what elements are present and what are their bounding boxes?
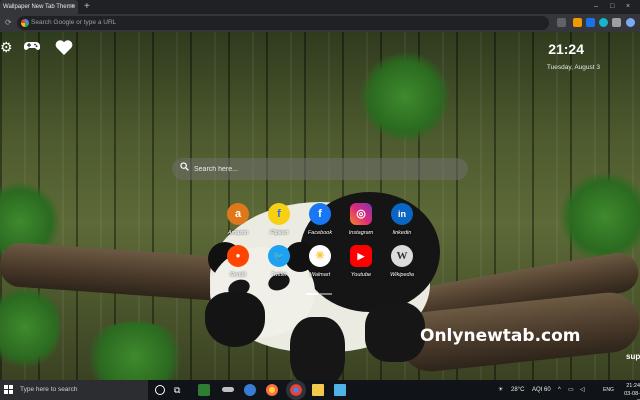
firefox-icon[interactable] [266,384,278,396]
google-icon [21,19,29,27]
shortcut-label: Flipkart [269,230,289,236]
tray-chevron-icon[interactable]: ^ [558,380,561,400]
reload-icon[interactable]: ⟳ [5,18,12,28]
pager-dot[interactable] [306,293,318,295]
clock-time: 21:24 [548,41,584,57]
file-explorer-icon[interactable] [312,384,324,396]
instagram-icon: ◎ [350,203,372,225]
shortcut-label: Instagram [348,230,374,236]
shortcut-instagram[interactable]: ◎ Instagram [341,203,381,243]
wikipedia-icon: W [391,245,413,267]
bamboo-leaves [0,282,60,372]
twitter-icon: 🐦 [268,245,290,267]
shortcut-walmart[interactable]: ✳ Walmart [300,245,340,285]
taskbar-search[interactable]: Type here to search [0,380,148,400]
bamboo-leaves [560,172,640,262]
shortcut-label: Walmart [309,272,331,278]
shortcut-label: Reddit [230,272,246,278]
shortcut-label: Twitter [270,272,288,278]
tab-close-icon[interactable]: × [71,0,75,14]
shortcut-label: Wikipedia [390,272,414,278]
shortcut-label: Amazon [227,230,249,236]
shortcut-flipkart[interactable]: f Flipkart [259,203,299,243]
shortcut-youtube[interactable]: ▶ Youtube [341,245,381,285]
tab-title: Wallpaper New Tab Theme [3,4,75,10]
search-bar[interactable] [172,158,468,180]
clock-date: Tuesday, August 3 [546,64,600,71]
store-icon[interactable] [198,384,210,396]
pager-dot[interactable] [320,293,332,295]
taskbar: Type here to search ⧉ ☀ 28°C AQI 60 ^ ▭ … [0,380,640,400]
gamepad-icon[interactable] [24,40,40,55]
weather-icon[interactable]: ☀ [498,380,503,400]
facebook-icon: f [309,203,331,225]
shortcut-wikipedia[interactable]: W Wikipedia [382,245,422,285]
omnibox[interactable]: Search Google or type a URL [17,16,549,30]
reddit-icon: ● [227,245,249,267]
amazon-icon: a [227,203,249,225]
corner-text: sup [626,352,640,361]
linkedin-icon: in [391,203,413,225]
windows-start-icon[interactable] [4,385,14,395]
extension-icon[interactable] [612,18,621,27]
app-icon[interactable] [334,384,346,396]
chrome-icon[interactable] [286,380,306,400]
browser-toolbar: ⟳ Search Google or type a URL [0,14,640,32]
tab-strip: Wallpaper New Tab Theme × + – □ × [0,0,640,14]
taskbar-clock[interactable]: 21:24 03-08-2 [622,382,640,400]
language-indicator[interactable]: ENG [603,380,614,400]
search-input[interactable] [194,158,454,180]
youtube-icon: ▶ [350,245,372,267]
bamboo-leaves [360,52,450,142]
taskbar-search-placeholder: Type here to search [20,386,78,393]
search-icon [180,162,189,175]
shortcut-twitter[interactable]: 🐦 Twitter [259,245,299,285]
shortcut-amazon[interactable]: a Amazon [218,203,258,243]
extension-icon[interactable] [557,18,566,27]
new-tab-button[interactable]: + [84,1,90,13]
shortcut-pager[interactable] [306,282,334,295]
shortcut-label: linkedin [392,230,412,236]
omnibox-placeholder: Search Google or type a URL [31,19,117,26]
heart-icon[interactable] [55,40,73,58]
shortcut-facebook[interactable]: f Facebook [300,203,340,243]
walmart-icon: ✳ [309,245,331,267]
taskbar-time: 21:24 [626,383,640,389]
shortcut-label: Youtube [350,272,372,278]
weather-temp[interactable]: 28°C [511,380,524,400]
flipkart-icon: f [268,203,290,225]
volume-icon[interactable]: ◁ [580,380,585,400]
extension-icon[interactable] [586,18,595,27]
minimize-button[interactable]: – [594,2,598,11]
bamboo-leaves [80,322,190,380]
edge-icon[interactable] [244,384,256,396]
taskbar-date: 03-08-2 [624,391,640,400]
extension-icon[interactable] [573,18,582,27]
cortana-icon[interactable] [155,385,165,395]
shortcut-label: Facebook [307,230,333,236]
maximize-button[interactable]: □ [610,2,614,11]
gear-icon[interactable]: ⚙ [0,40,13,54]
watermark-text: Onlynewtab.com [420,326,581,346]
app-icon[interactable] [222,387,234,392]
shortcut-reddit[interactable]: ● Reddit [218,245,258,285]
close-window-button[interactable]: × [626,2,630,11]
task-view-icon[interactable]: ⧉ [174,384,186,396]
extension-icon[interactable] [599,18,608,27]
tab-wallpaper-new-tab[interactable]: Wallpaper New Tab Theme × [0,0,78,14]
shortcut-linkedin[interactable]: in linkedin [382,203,422,243]
profile-avatar[interactable] [626,18,635,27]
aqi-value[interactable]: AQI 60 [532,380,551,400]
network-icon[interactable]: ▭ [568,380,574,400]
